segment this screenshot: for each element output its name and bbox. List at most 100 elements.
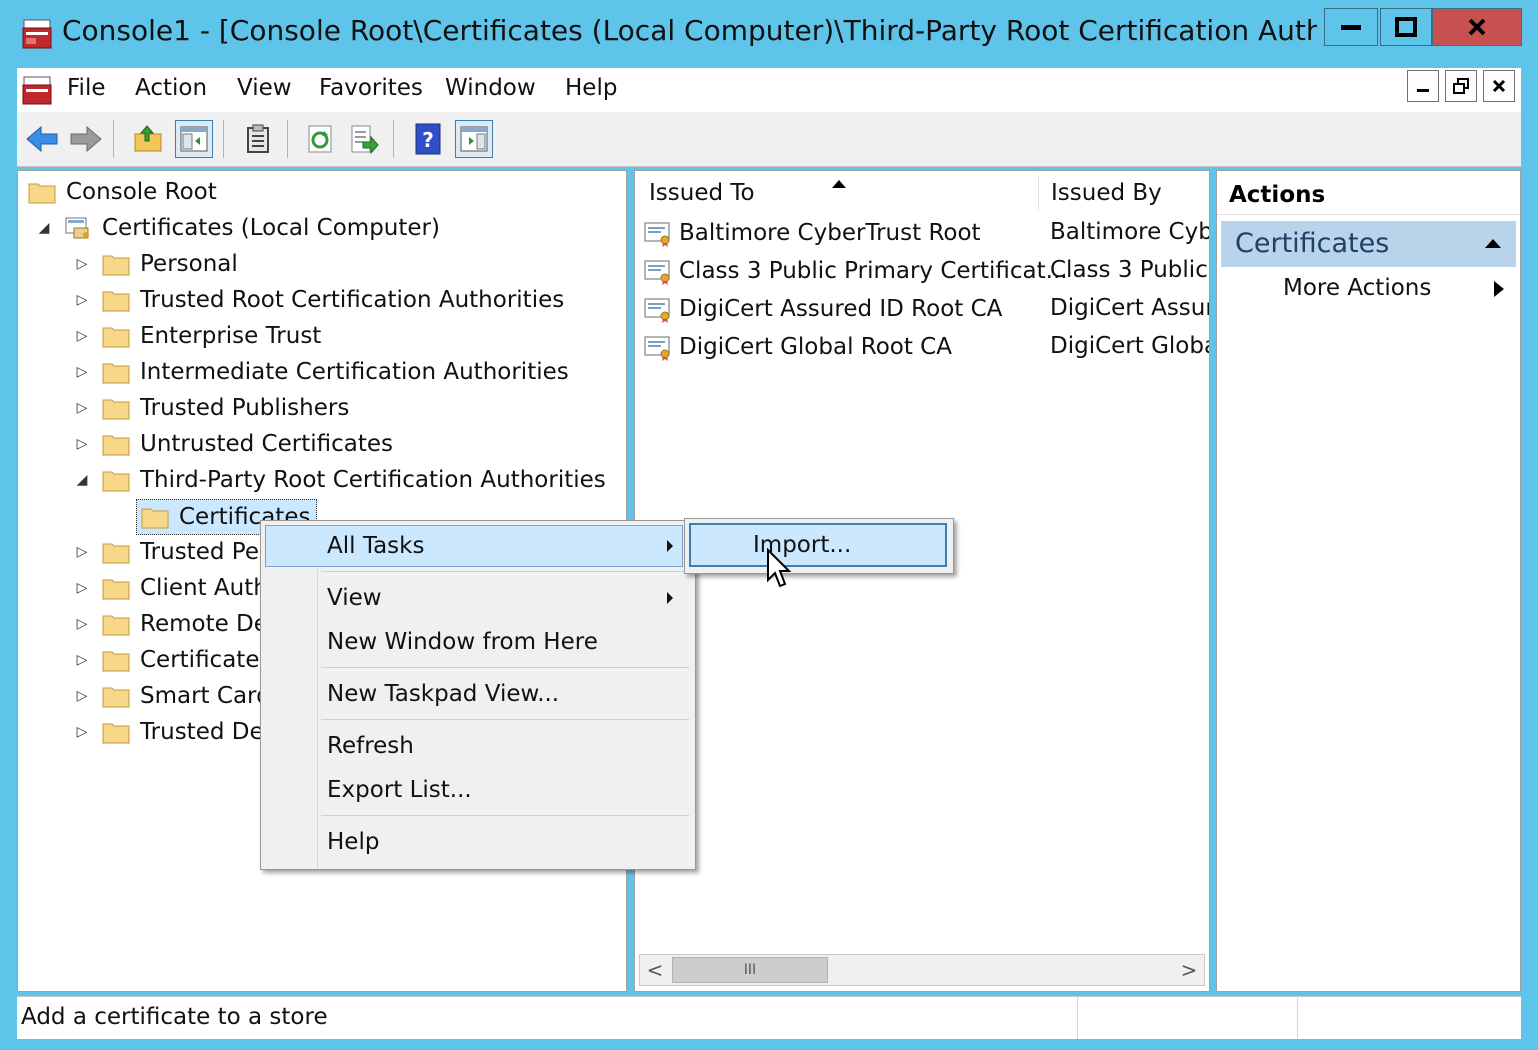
collapse-arrow-icon[interactable]: ◢ <box>72 472 92 488</box>
window-title: Console1 - [Console Root\Certificates (L… <box>62 14 1317 47</box>
svg-text:?: ? <box>422 128 434 152</box>
status-divider <box>1297 997 1298 1039</box>
title-bar: Console1 - [Console Root\Certificates (L… <box>0 0 1538 66</box>
help-button[interactable]: ? <box>409 120 447 158</box>
toolbar-separator <box>113 120 114 158</box>
folder-icon <box>141 508 169 529</box>
list-item[interactable]: Class 3 Public Primary Certificat... <box>643 253 1068 289</box>
expand-arrow-icon[interactable]: ▷ <box>72 256 92 272</box>
horizontal-scrollbar[interactable]: < III > <box>639 954 1205 986</box>
back-button[interactable] <box>23 120 61 158</box>
minimize-button[interactable] <box>1324 8 1378 46</box>
menu-item-all-tasks[interactable]: All Tasks <box>327 533 424 559</box>
mdi-minimize-button[interactable] <box>1407 70 1439 102</box>
tree-item-label: Personal <box>140 251 238 277</box>
tree-item-label: Enterprise Trust <box>140 323 322 349</box>
menu-favorites[interactable]: Favorites <box>319 75 423 101</box>
maximize-button[interactable] <box>1380 8 1432 46</box>
certificate-icon <box>644 298 670 323</box>
tree-item-label: Remote De <box>140 611 268 637</box>
tree-item-trusted-root[interactable]: ▷ Trusted Root Certification Authorities <box>72 283 565 317</box>
folder-icon <box>102 687 130 708</box>
forward-button[interactable] <box>67 120 105 158</box>
tree-item-personal[interactable]: ▷ Personal <box>72 247 238 281</box>
folder-icon <box>102 255 130 276</box>
menu-item-export-list[interactable]: Export List... <box>327 777 472 803</box>
show-hide-console-tree-button[interactable] <box>175 120 213 158</box>
tree-item-untrusted[interactable]: ▷ Untrusted Certificates <box>72 427 393 461</box>
tree-item-smart-card[interactable]: ▷ Smart Card <box>72 679 271 713</box>
collapse-arrow-icon[interactable]: ◢ <box>34 220 54 236</box>
forward-arrow-icon <box>70 125 102 153</box>
refresh-button[interactable] <box>301 120 339 158</box>
menu-item-new-window[interactable]: New Window from Here <box>327 629 598 655</box>
close-icon <box>1492 79 1506 93</box>
tree-item-trusted-people[interactable]: ▷ Trusted Pe <box>72 535 259 569</box>
show-hide-action-pane-button[interactable] <box>455 120 493 158</box>
expand-arrow-icon[interactable]: ▷ <box>72 292 92 308</box>
expand-arrow-icon[interactable]: ▷ <box>72 724 92 740</box>
menu-item-view[interactable]: View <box>327 585 382 611</box>
tree-item-third-party-root[interactable]: ◢ Third-Party Root Certification Authori… <box>72 463 606 497</box>
expand-arrow-icon[interactable]: ▷ <box>72 580 92 596</box>
menu-separator <box>321 719 689 720</box>
menu-item-refresh[interactable]: Refresh <box>327 733 414 759</box>
submenu-arrow-icon <box>1494 281 1504 297</box>
expand-arrow-icon[interactable]: ▷ <box>72 328 92 344</box>
properties-button[interactable] <box>239 120 277 158</box>
folder-icon <box>102 543 130 564</box>
expand-arrow-icon[interactable]: ▷ <box>72 436 92 452</box>
toolbar-separator <box>223 120 224 158</box>
menu-window[interactable]: Window <box>445 75 536 101</box>
expand-arrow-icon[interactable]: ▷ <box>72 364 92 380</box>
menu-file[interactable]: File <box>67 75 106 101</box>
up-one-level-button[interactable] <box>129 120 167 158</box>
expand-arrow-icon[interactable]: ▷ <box>72 400 92 416</box>
menu-view[interactable]: View <box>237 75 292 101</box>
tree-item-certificate-enrollment[interactable]: ▷ Certificate <box>72 643 260 677</box>
expand-arrow-icon[interactable]: ▷ <box>72 688 92 704</box>
scroll-thumb[interactable]: III <box>672 957 828 983</box>
close-button[interactable] <box>1432 8 1522 46</box>
menu-item-help[interactable]: Help <box>327 829 379 855</box>
document-system-menu-icon[interactable] <box>21 74 53 106</box>
tree-item-trusted-devices[interactable]: ▷ Trusted De <box>72 715 264 749</box>
scroll-left-button[interactable]: < <box>640 955 670 985</box>
list-item[interactable]: DigiCert Assured ID Root CA <box>643 291 1002 327</box>
list-item[interactable]: Baltimore CyberTrust Root <box>643 215 981 251</box>
mmc-app-icon[interactable] <box>22 18 52 50</box>
issued-to-cell: DigiCert Assured ID Root CA <box>679 296 1003 322</box>
mdi-restore-button[interactable] <box>1445 70 1477 102</box>
status-divider <box>1077 997 1078 1039</box>
tree-item-console-root[interactable]: Console Root <box>28 175 217 209</box>
column-header-issued-by[interactable]: Issued By <box>1039 175 1209 211</box>
issued-to-cell: Baltimore CyberTrust Root <box>679 220 981 246</box>
column-header-issued-to[interactable]: Issued To <box>637 175 1039 211</box>
tree-item-intermediate[interactable]: ▷ Intermediate Certification Authorities <box>72 355 569 389</box>
sort-ascending-icon <box>832 180 846 188</box>
mdi-close-button[interactable] <box>1483 70 1515 102</box>
expand-arrow-icon[interactable]: ▷ <box>72 652 92 668</box>
tree-item-client-auth[interactable]: ▷ Client Auth <box>72 571 268 605</box>
collapse-section-icon[interactable] <box>1484 238 1502 249</box>
all-tasks-submenu: Import... <box>684 518 954 574</box>
tree-item-label: Certificates (Local Computer) <box>102 215 440 241</box>
menu-item-new-taskpad-view[interactable]: New Taskpad View... <box>327 681 559 707</box>
scroll-right-button[interactable]: > <box>1174 955 1204 985</box>
menu-help[interactable]: Help <box>565 75 617 101</box>
more-actions-link[interactable]: More Actions <box>1283 275 1431 301</box>
tree-item-remote-desktop[interactable]: ▷ Remote De <box>72 607 268 641</box>
tree-item-enterprise-trust[interactable]: ▷ Enterprise Trust <box>72 319 322 353</box>
tree-item-trusted-publishers[interactable]: ▷ Trusted Publishers <box>72 391 350 425</box>
expand-arrow-icon[interactable]: ▷ <box>72 544 92 560</box>
list-item[interactable]: DigiCert Global Root CA <box>643 329 952 365</box>
export-list-button[interactable] <box>345 120 383 158</box>
expand-arrow-icon[interactable]: ▷ <box>72 616 92 632</box>
mmc-window: Console1 - [Console Root\Certificates (L… <box>0 0 1538 1050</box>
tree-item-certificates-local-computer[interactable]: ◢ Certificates (Local Computer) <box>34 211 440 245</box>
folder-icon <box>102 291 130 312</box>
tree-item-label: Third-Party Root Certification Authoriti… <box>140 467 606 493</box>
certificate-list[interactable]: Issued To Issued By Baltimore CyberTrust… <box>634 170 1210 992</box>
menu-action[interactable]: Action <box>135 75 207 101</box>
actions-section-certificates[interactable]: Certificates <box>1221 221 1516 267</box>
